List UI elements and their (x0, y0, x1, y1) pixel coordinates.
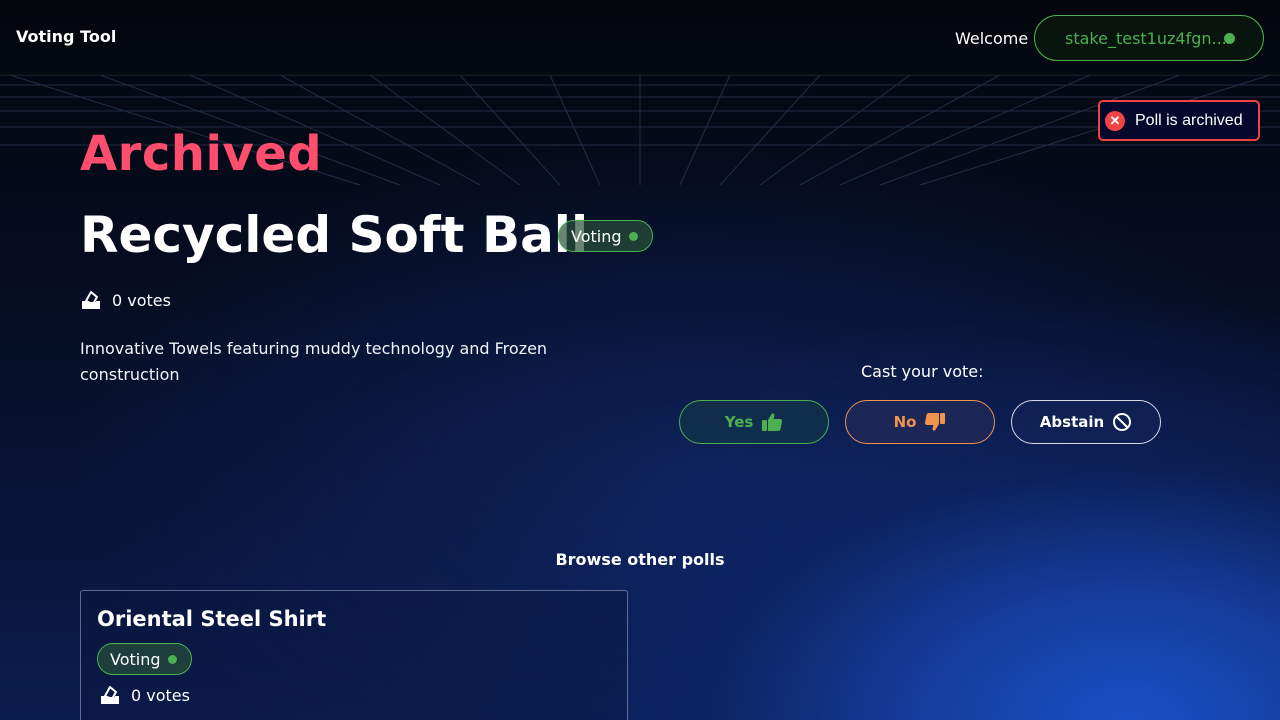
thumbs-down-icon (925, 413, 946, 431)
vote-no-label: No (893, 413, 917, 431)
poll-status-badge: Voting (558, 220, 653, 252)
poll-card-title: Oriental Steel Shirt (97, 607, 327, 631)
browse-polls-heading: Browse other polls (555, 550, 725, 569)
error-x-icon[interactable]: ✕ (1105, 110, 1125, 131)
thumbs-up-icon (762, 413, 783, 431)
brand-title[interactable]: Voting Tool (16, 27, 116, 46)
poll-card-status-badge: Voting (97, 643, 192, 675)
poll-card-status-label: Voting (110, 649, 161, 669)
ballot-box-icon (82, 291, 100, 309)
vote-yes-button[interactable]: Yes (679, 400, 829, 444)
vote-no-button[interactable]: No (845, 400, 995, 444)
poll-status-label: Voting (571, 226, 622, 246)
poll-card-votes: 0 votes (99, 684, 190, 706)
archived-toast: ✕ Poll is archived (1098, 100, 1260, 141)
toast-message: Poll is archived (1135, 111, 1243, 129)
wallet-address: stake_test1uz4fgn... (1065, 28, 1227, 48)
vote-abstain-label: Abstain (1039, 413, 1105, 431)
ban-icon (1113, 413, 1132, 431)
poll-votes: 0 votes (80, 289, 171, 311)
status-dot-icon (629, 232, 638, 241)
vote-abstain-button[interactable]: Abstain (1011, 400, 1161, 444)
ballot-box-icon (101, 686, 119, 704)
wallet-connected-indicator (1224, 33, 1235, 44)
archived-heading: Archived (80, 126, 323, 182)
poll-card-votes-count: 0 votes (131, 685, 190, 705)
wallet-button[interactable]: stake_test1uz4fgn... (1034, 15, 1264, 61)
welcome-text: Welcome (955, 29, 1029, 48)
cast-vote-label: Cast your vote: (861, 362, 984, 381)
poll-description: Innovative Towels featuring muddy techno… (80, 339, 548, 384)
status-dot-icon (168, 655, 177, 664)
vote-yes-label: Yes (724, 413, 754, 431)
poll-card[interactable]: Oriental Steel Shirt Voting 0 votes (80, 590, 628, 720)
poll-votes-count: 0 votes (112, 290, 171, 310)
top-bar: Voting Tool Welcome stake_test1uz4fgn... (0, 0, 1280, 75)
poll-title: Recycled Soft Ball (80, 206, 589, 264)
